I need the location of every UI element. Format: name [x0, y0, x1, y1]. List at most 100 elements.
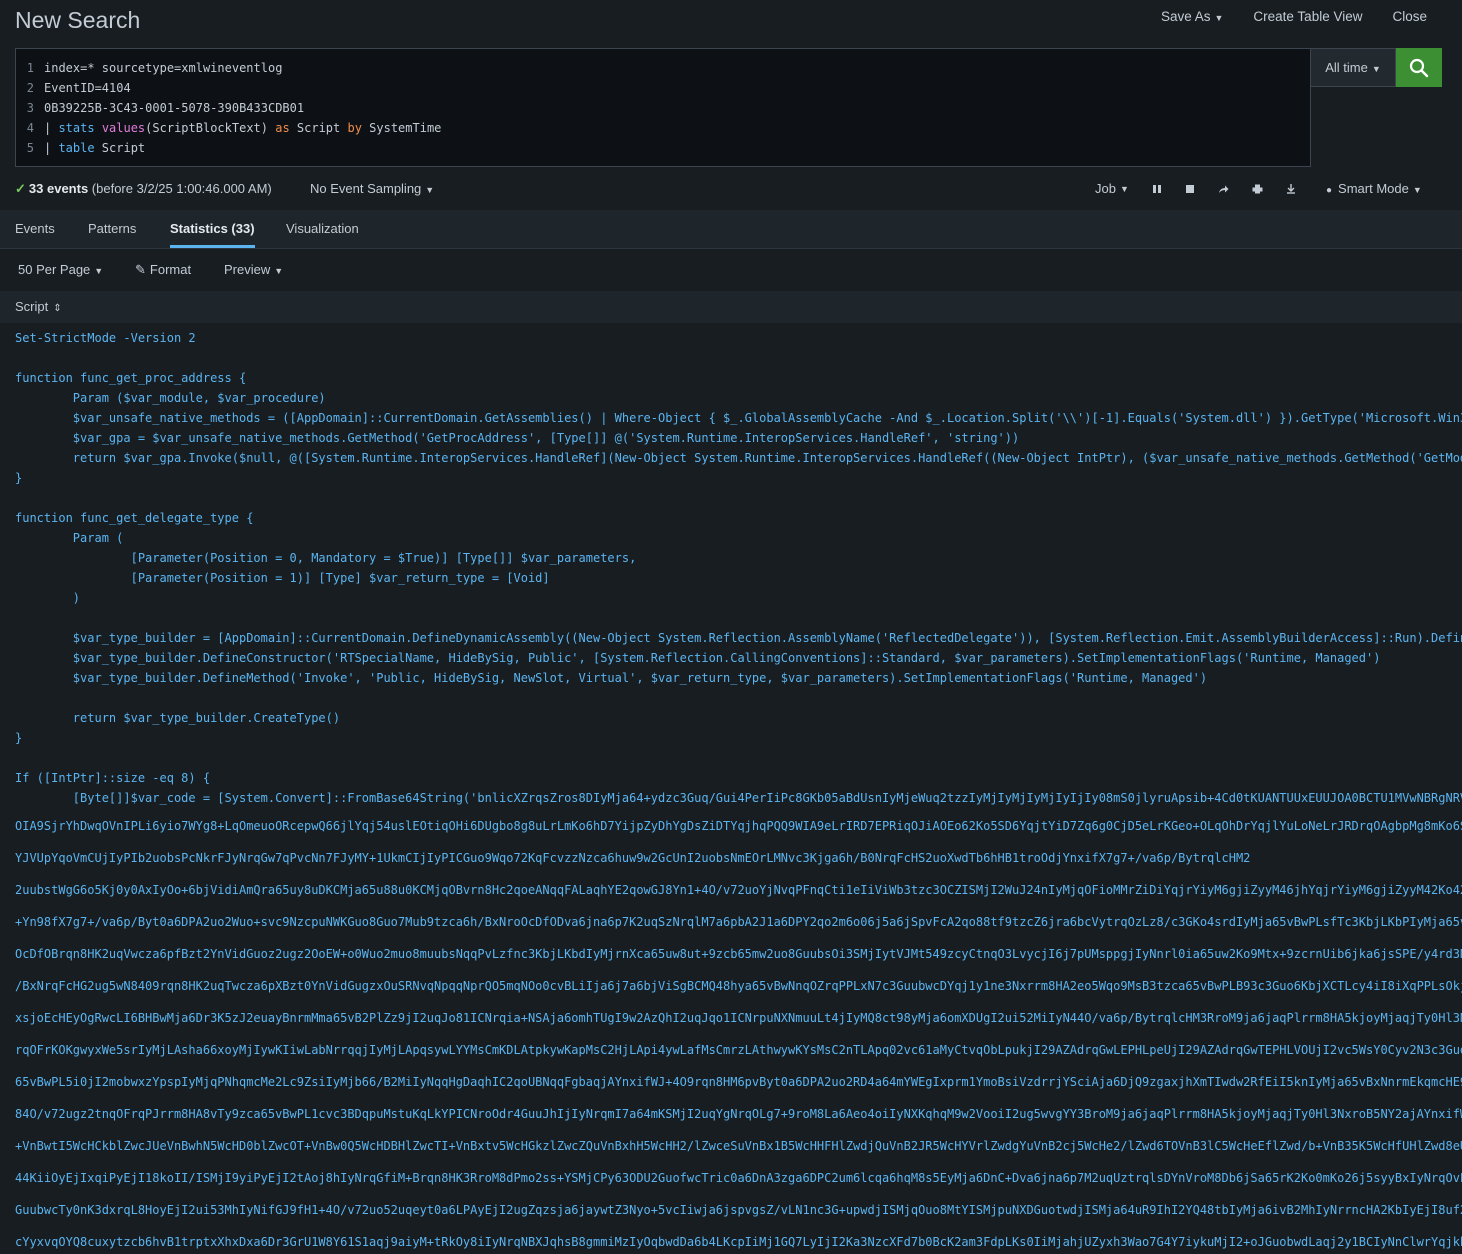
pause-icon: [1152, 184, 1161, 193]
format-button[interactable]: ✎ Format: [135, 262, 191, 278]
search-query-editor[interactable]: 1 2 3 4 5 index=* sourcetype=xmlwineventlog E…: [15, 48, 1311, 167]
query-token: EventID=4104: [44, 81, 131, 95]
query-token: index=* sourcetype=xmlwineventlog: [44, 61, 283, 75]
script-line: OcDfOBrqn8HK2uqVwcza6pfBzt2YnVidGuoz2ugz…: [15, 947, 1462, 961]
tab-events[interactable]: Events: [15, 221, 55, 236]
line-number: 4: [26, 121, 34, 135]
tab-patterns[interactable]: Patterns: [88, 221, 136, 236]
results-tabs: Events Patterns Statistics (33) Visualiz…: [0, 210, 1462, 249]
script-line: /BxNrqFcHG2ug5wN8409rqn8HK2uqTwcza6pXBzt…: [15, 979, 1462, 993]
script-line: $var_type_builder = [AppDomain]::Current…: [15, 631, 1462, 645]
save-as-label: Save As: [1160, 9, 1211, 24]
query-token: |: [44, 141, 59, 155]
export-button[interactable]: [1286, 183, 1296, 194]
active-tab-indicator: [170, 245, 255, 248]
per-page-dropdown[interactable]: 50 Per Page ▼: [18, 262, 103, 277]
event-count: 33 events: [28, 181, 89, 196]
script-line: 2uubstWgG6o5Kj0y0AxIyOo+6bjVidiAmQra65uy…: [15, 883, 1462, 897]
time-range-picker[interactable]: All time ▼: [1311, 48, 1396, 87]
event-count-status: ✓ 33 events (before 3/2/25 1:00:46.000 AM…: [15, 181, 272, 197]
query-token: stats: [58, 121, 95, 135]
line-numbers: 1 2 3 4 5: [16, 58, 38, 158]
close-link[interactable]: Close: [1377, 9, 1442, 24]
event-sampling-label: No Event Sampling: [310, 181, 422, 196]
line-number: 3: [26, 101, 34, 115]
lightbulb-icon: ●: [1326, 185, 1333, 196]
print-button[interactable]: [1252, 184, 1263, 194]
per-page-label: 50 Per Page: [18, 262, 91, 277]
create-table-view-link[interactable]: Create Table View: [1238, 9, 1377, 24]
job-menu[interactable]: Job ▼: [1095, 181, 1129, 196]
query-line[interactable]: EventID=4104: [44, 78, 441, 98]
search-mode-label: Smart Mode: [1338, 181, 1409, 196]
table-header: Script ⇕: [0, 291, 1462, 323]
page-title: New Search: [15, 7, 141, 33]
time-range-label: All time: [1325, 60, 1368, 75]
query-token: Script: [94, 141, 146, 155]
share-icon: [1218, 185, 1229, 193]
share-button[interactable]: [1218, 184, 1229, 194]
script-line: $var_unsafe_native_methods = ([AppDomain…: [15, 411, 1462, 425]
tab-visualization[interactable]: Visualization: [286, 221, 359, 236]
tab-statistics[interactable]: Statistics (33): [170, 221, 255, 236]
script-line: $var_type_builder.DefineMethod('Invoke',…: [15, 671, 1208, 685]
stop-button[interactable]: [1185, 184, 1195, 194]
script-line: }: [15, 471, 23, 485]
column-header-script[interactable]: Script ⇕: [15, 299, 62, 314]
script-line: [15, 348, 1462, 368]
script-line: If ([IntPtr]::size -eq 8) {: [15, 771, 211, 785]
query-token: as: [275, 121, 290, 135]
results-toolbar: 50 Per Page ▼ ✎ Format Preview ▼: [0, 250, 1462, 290]
line-number: 1: [26, 61, 34, 75]
search-button[interactable]: [1396, 48, 1442, 87]
sort-icon: ⇕: [53, 303, 62, 314]
query-text[interactable]: index=* sourcetype=xmlwineventlog EventID…: [44, 58, 441, 158]
query-line[interactable]: 0B39225B-3C43-0001-5078-390B433CDB01: [44, 98, 441, 118]
chevron-down-icon: ▼: [94, 266, 104, 276]
query-token: Script: [289, 121, 348, 135]
script-line: 65vBwPL5i0jI2mobwxzYpspIyMjqPNhqmcMe2Lc9…: [15, 1075, 1462, 1089]
stop-icon: [1185, 184, 1194, 193]
script-line: [Parameter(Position = 0, Mandatory = $Tr…: [15, 551, 637, 565]
line-number: 2: [26, 81, 34, 95]
script-line: [Parameter(Position = 1)] [Type] $var_re…: [15, 571, 550, 585]
preview-dropdown[interactable]: Preview ▼: [224, 262, 283, 277]
print-icon: [1252, 184, 1263, 193]
event-sampling-dropdown[interactable]: No Event Sampling ▼: [310, 181, 434, 196]
chevron-down-icon: ▼: [1371, 64, 1381, 74]
script-line: [15, 748, 1462, 768]
script-line: $var_gpa = $var_unsafe_native_methods.Ge…: [15, 431, 1020, 445]
query-token: (ScriptBlockText): [145, 121, 276, 135]
script-continuation-rows: OIA9SjrYhDwqOVnIPLi6yio7WYg8+LqOmeuoORce…: [15, 810, 1462, 1254]
query-line[interactable]: | table Script: [44, 138, 441, 158]
script-line: 84O/v72ugz2tnqOFrqPJrrm8HA8vTy9zca65vBwP…: [15, 1107, 1462, 1121]
script-line: [15, 488, 1462, 508]
query-line[interactable]: index=* sourcetype=xmlwineventlog: [44, 58, 441, 78]
script-line: function func_get_delegate_type {: [15, 511, 254, 525]
status-bar: ✓ 33 events (before 3/2/25 1:00:46.000 AM…: [0, 176, 1462, 202]
script-line: 44KiiOyEjIxqiPyEjI18koII/ISMjI9yiPyEjI2t…: [15, 1171, 1462, 1185]
script-line: xsjoEcHEyOgRwcLI6BHBwMja6Dr3K5zJ2euayBnr…: [15, 1011, 1462, 1025]
column-header-label: Script: [15, 299, 49, 314]
script-line: Param ($var_module, $var_procedure): [15, 391, 326, 405]
script-line: [15, 688, 1462, 708]
script-cell[interactable]: Set-StrictMode -Version 2 function func_g…: [15, 328, 1462, 808]
format-label: Format: [149, 262, 192, 277]
script-line: Set-StrictMode -Version 2: [15, 331, 196, 345]
script-line: YJVUpYqoVmCUjIyPIb2uobsPcNkrFJyNrqGw7qPv…: [15, 851, 1251, 865]
preview-label: Preview: [224, 262, 271, 277]
search-icon: [1409, 58, 1429, 77]
script-line: }: [15, 731, 23, 745]
job-label: Job: [1095, 181, 1116, 196]
query-token: table: [58, 141, 95, 155]
event-count-detail: (before 3/2/25 1:00:46.000 AM): [91, 181, 272, 196]
search-mode-dropdown[interactable]: ● Smart Mode ▼: [1326, 181, 1422, 196]
chevron-down-icon: ▼: [1412, 185, 1422, 195]
query-token: |: [44, 121, 59, 135]
script-line: ): [15, 591, 81, 605]
query-line[interactable]: | stats values(ScriptBlockText) as Scrip…: [44, 118, 441, 138]
save-as-menu[interactable]: Save As ▼: [1146, 9, 1238, 24]
job-controls: Job ▼: [1095, 181, 1319, 196]
pause-button[interactable]: [1152, 184, 1162, 194]
script-line: rqOFrKOKgwyxWe5srIyMjLAsha66xoyMjIywKIiw…: [15, 1043, 1462, 1057]
